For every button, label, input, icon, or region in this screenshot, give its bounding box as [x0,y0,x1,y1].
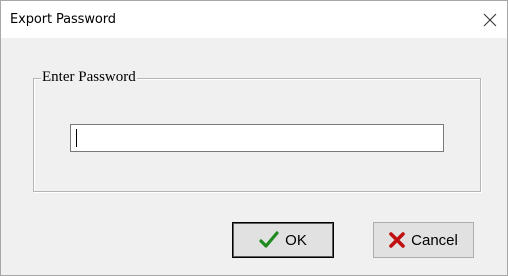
cancel-label: Cancel [411,231,458,249]
close-button[interactable] [473,1,507,38]
checkmark-icon [259,231,279,249]
x-icon [389,232,405,248]
title-bar: Export Password [1,1,507,38]
window-title: Export Password [10,12,116,27]
text-caret [76,129,77,147]
group-label: Enter Password [41,68,137,86]
ok-label: OK [285,231,307,249]
ok-button[interactable]: OK [232,222,334,258]
password-input[interactable] [70,124,444,152]
close-icon [483,13,497,27]
cancel-button[interactable]: Cancel [373,222,474,258]
